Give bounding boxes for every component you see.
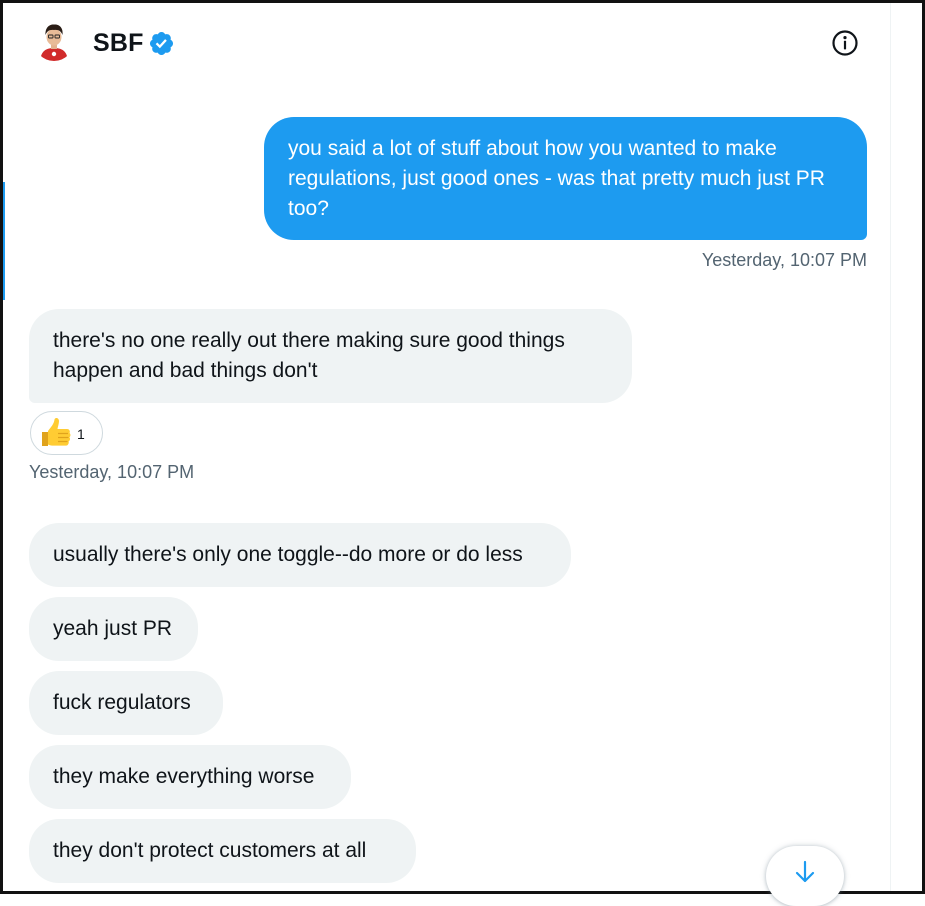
info-icon bbox=[832, 30, 858, 56]
message-bubble-received[interactable]: they don't protect customers at all bbox=[29, 819, 416, 883]
arrow-down-icon bbox=[795, 860, 815, 883]
scroll-to-bottom-button[interactable] bbox=[766, 846, 844, 906]
message-text: you said a lot of stuff about how you wa… bbox=[288, 136, 825, 220]
message-timestamp: Yesterday, 10:07 PM bbox=[701, 250, 867, 270]
selection-accent bbox=[3, 182, 5, 300]
message-bubble-received[interactable]: they make everything worse bbox=[29, 745, 351, 809]
contact-name: SBF bbox=[93, 29, 144, 57]
message-text: fuck regulators bbox=[53, 691, 191, 714]
message-timestamp: Yesterday, 10:07 PM bbox=[29, 462, 195, 482]
message-text: they make everything worse bbox=[53, 765, 315, 788]
conversation-info-button[interactable] bbox=[830, 28, 860, 58]
message-bubble-received[interactable]: usually there's only one toggle--do more… bbox=[29, 523, 571, 587]
reaction-pill[interactable]: 1 bbox=[30, 411, 103, 455]
message-bubble-sent[interactable]: you said a lot of stuff about how you wa… bbox=[264, 117, 867, 240]
message-text: yeah just PR bbox=[53, 617, 173, 640]
avatar-image bbox=[34, 21, 74, 61]
message-text: usually there's only one toggle--do more… bbox=[53, 543, 523, 566]
message-bubble-received[interactable]: yeah just PR bbox=[29, 597, 198, 661]
reaction-count: 1 bbox=[77, 426, 85, 442]
contact-name-group[interactable]: SBF bbox=[93, 29, 175, 58]
verified-badge-icon bbox=[148, 30, 175, 57]
avatar[interactable] bbox=[34, 21, 74, 61]
right-divider bbox=[890, 3, 891, 891]
message-text: there's no one really out there making s… bbox=[53, 329, 565, 382]
conversation-header: SBF bbox=[3, 3, 890, 83]
message-bubble-received[interactable]: there's no one really out there making s… bbox=[29, 309, 632, 403]
message-text: they don't protect customers at all bbox=[53, 839, 367, 862]
message-bubble-received[interactable]: fuck regulators bbox=[29, 671, 223, 735]
thumbs-up-icon bbox=[38, 415, 74, 451]
